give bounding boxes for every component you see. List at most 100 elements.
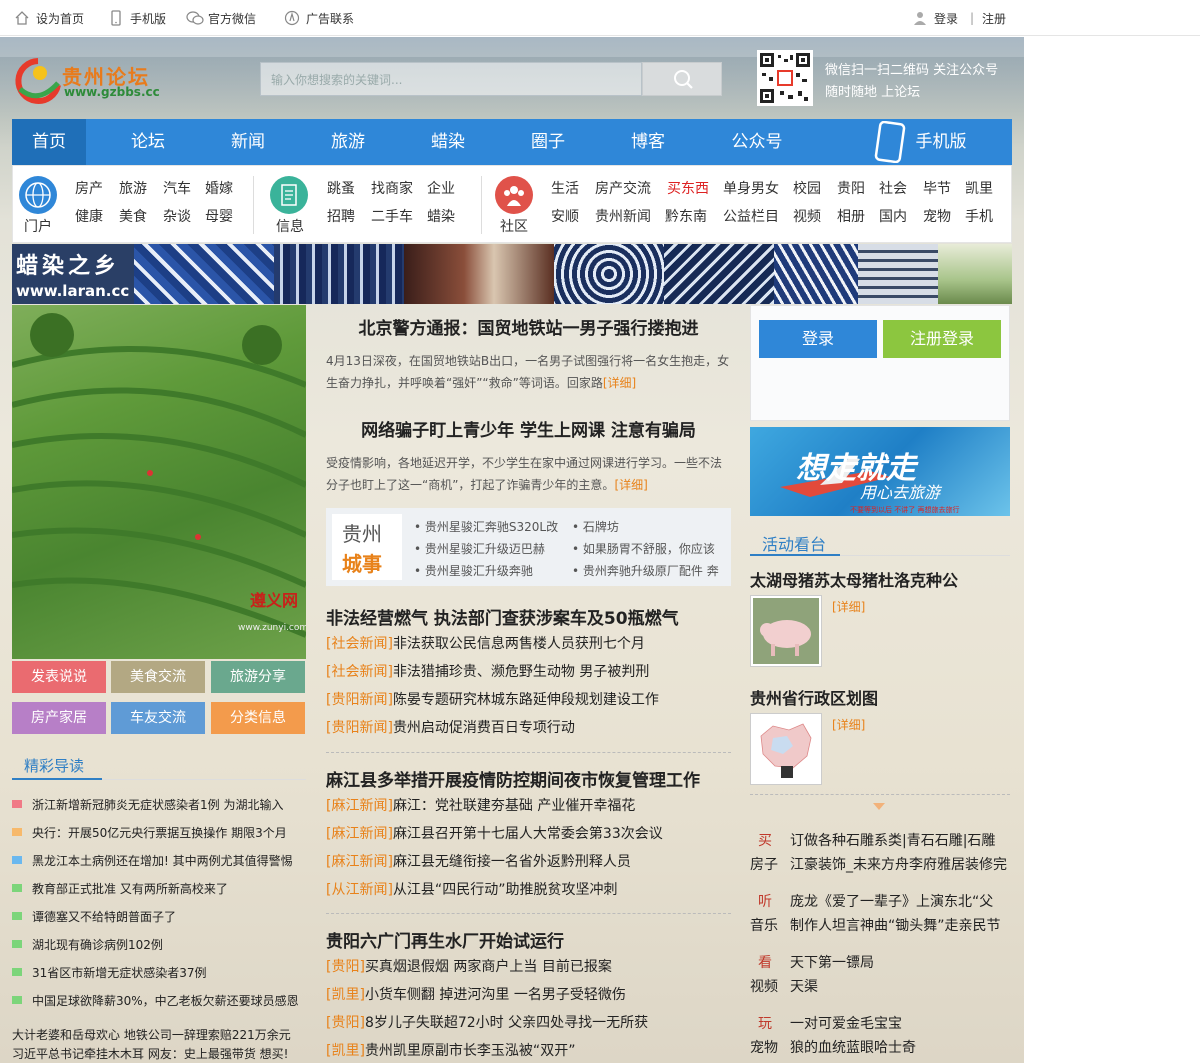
tile-food[interactable]: 美食交流: [111, 661, 205, 693]
subnav-link[interactable]: 单身男女: [723, 178, 779, 198]
right-list-link[interactable]: 订做各种石雕系类|青石石雕|石雕: [790, 830, 1010, 850]
tile-home[interactable]: 房产家居: [12, 702, 106, 734]
subnav-link[interactable]: 旅游: [119, 178, 147, 198]
subnav-link[interactable]: 国内: [879, 206, 907, 226]
subnav-link[interactable]: 安顺: [551, 206, 579, 226]
right-list-link[interactable]: 一对可爱金毛宝宝: [790, 1013, 1010, 1033]
pig-thumbnail[interactable]: [750, 595, 822, 667]
search-input[interactable]: 输入你想搜索的关键词...: [260, 62, 642, 96]
nav-official-account[interactable]: 公众号: [686, 119, 828, 165]
ad-contact-link[interactable]: 广告联系: [284, 10, 354, 26]
travel-ad-banner[interactable]: 想走就走 用心去旅游 不要等到以后 不讲了 再想旅去旅行: [750, 427, 1010, 516]
city-item[interactable]: • 石牌坊: [572, 518, 619, 535]
tile-classifieds[interactable]: 分类信息: [211, 702, 305, 734]
top-login-link[interactable]: 登录: [912, 10, 958, 26]
subnav-link[interactable]: 贵阳: [837, 178, 865, 198]
subnav-link[interactable]: 母婴: [205, 206, 233, 226]
nav-home[interactable]: 首页: [12, 119, 86, 165]
subnav-link[interactable]: 房产: [75, 178, 103, 198]
subnav-link[interactable]: 相册: [837, 206, 865, 226]
list-item[interactable]: 浙江新增新冠肺炎无症状感染者1例 为湖北输入: [12, 790, 306, 818]
news-row[interactable]: [贵阳新闻]陈晏专题研究林城东路延伸段规划建设工作: [326, 689, 731, 709]
top-register-link[interactable]: 注册: [982, 10, 1006, 26]
tile-travel[interactable]: 旅游分享: [211, 661, 305, 693]
list-item[interactable]: 央行：开展50亿元央行票据互换操作 期限3个月: [12, 818, 306, 846]
subnav-link[interactable]: 社会: [879, 178, 907, 198]
detail-link[interactable]: [详细]: [614, 478, 647, 492]
subnav-link[interactable]: 手机: [965, 206, 993, 226]
right-list-link[interactable]: 庞龙《爱了一辈子》上演东北“父: [790, 891, 1010, 911]
news-row[interactable]: [麻江新闻]麻江：党社联建夯基础 产业催开幸福花: [326, 795, 731, 815]
detail-link[interactable]: [详细]: [832, 716, 865, 733]
nav-news[interactable]: 新闻: [210, 119, 286, 165]
subnav-link[interactable]: 杂谈: [163, 206, 191, 226]
subnav-link-highlight[interactable]: 买东西: [667, 178, 709, 198]
list-item[interactable]: 黑龙江本土病例还在增加! 其中两例尤其值得警惕: [12, 846, 306, 874]
city-item[interactable]: • 贵州星骏汇奔驰S320L改: [414, 518, 558, 535]
nav-forum[interactable]: 论坛: [86, 119, 210, 165]
subnav-link[interactable]: 美食: [119, 206, 147, 226]
city-item[interactable]: • 贵州星骏汇升级奔驰: [414, 562, 533, 579]
subnav-link[interactable]: 凯里: [965, 178, 993, 198]
news-row[interactable]: [贵阳]8岁儿子失联超72小时 父亲四处寻找一无所获: [326, 1012, 731, 1032]
set-homepage-link[interactable]: 设为首页: [14, 10, 84, 26]
subnav-link[interactable]: 黔东南: [665, 206, 707, 226]
subnav-link[interactable]: 生活: [551, 178, 579, 198]
subnav-link[interactable]: 跳蚤: [327, 178, 355, 198]
subnav-link[interactable]: 健康: [75, 206, 103, 226]
subnav-link[interactable]: 二手车: [371, 206, 413, 226]
list-item[interactable]: 湖北现有确诊病例102例: [12, 930, 306, 958]
subnav-link[interactable]: 视频: [793, 206, 821, 226]
subnav-link[interactable]: 贵州新闻: [595, 206, 651, 226]
city-item[interactable]: • 如果肠胃不舒服，你应该: [572, 540, 715, 557]
list-item[interactable]: 教育部正式批准 又有两所新高校来了: [12, 874, 306, 902]
list-item[interactable]: 大计老婆和岳母欢心 地铁公司一辞理索赔221万余元: [12, 1024, 306, 1044]
search-button[interactable]: [642, 62, 722, 96]
subnav-link[interactable]: 毕节: [923, 178, 951, 198]
tea-garden-photo[interactable]: 遵义网 www.zunyi.com: [12, 305, 306, 659]
subnav-link[interactable]: 招聘: [327, 206, 355, 226]
register-button[interactable]: 注册登录: [883, 320, 1001, 358]
subnav-link[interactable]: 蜡染: [427, 206, 455, 226]
news-row[interactable]: [麻江新闻]麻江县无缝衔接一名省外返黔刑释人员: [326, 851, 731, 871]
news-row[interactable]: [贵阳]买真烟退假烟 两家商户上当 目前已报案: [326, 956, 731, 976]
headline-title[interactable]: 网络骗子盯上青少年 学生上网课 注意有骗局: [326, 416, 731, 441]
subnav-label-info[interactable]: 信息: [265, 216, 315, 236]
expand-arrow-icon[interactable]: [872, 801, 886, 816]
batik-banner[interactable]: 蜡染之乡 www.laran.cc: [12, 244, 1012, 304]
nav-travel[interactable]: 旅游: [286, 119, 410, 165]
news-row[interactable]: [凯里]小货车侧翻 掉进河沟里 一名男子受轻微伤: [326, 984, 731, 1004]
subnav-link[interactable]: 企业: [427, 178, 455, 198]
subnav-link[interactable]: 宠物: [923, 206, 951, 226]
news-row[interactable]: [贵阳新闻]贵州启动促消费百日专项行动: [326, 717, 731, 737]
nav-blog[interactable]: 博客: [610, 119, 686, 165]
nav-batik[interactable]: 蜡染: [410, 119, 486, 165]
mobile-version-link[interactable]: 手机版: [108, 10, 166, 26]
detail-link[interactable]: [详细]: [832, 598, 865, 615]
right-list-link[interactable]: 制作人坦言神曲“锄头舞”走亲民节: [790, 915, 1010, 935]
right-list-link[interactable]: 江豪装饰_未来方舟李府雅居装修完: [790, 854, 1010, 874]
subnav-link[interactable]: 校园: [793, 178, 821, 198]
news-row[interactable]: [麻江新闻]麻江县召开第十七届人大常委会第33次会议: [326, 823, 731, 843]
section-title[interactable]: 非法经营燃气 执法部门查获涉案车及50瓶燃气: [326, 604, 679, 629]
section-title[interactable]: 贵阳六广门再生水厂开始试运行: [326, 927, 564, 952]
nav-circles[interactable]: 圈子: [486, 119, 610, 165]
map-thumbnail[interactable]: [750, 713, 822, 785]
subnav-link[interactable]: 房产交流: [595, 178, 651, 198]
tile-cars[interactable]: 车友交流: [111, 702, 205, 734]
city-item[interactable]: • 贵州星骏汇升级迈巴赫: [414, 540, 545, 557]
subnav-label-portal[interactable]: 门户: [13, 216, 63, 236]
activity-item-title[interactable]: 太湖母猪苏太母猪杜洛克种公: [750, 567, 958, 591]
right-list-link[interactable]: 天下第一镖局: [790, 952, 1010, 972]
city-item[interactable]: • 贵州奔驰升级原厂配件 奔: [572, 562, 719, 579]
list-item[interactable]: 习近平总书记牵挂木木耳 网友：史上最强带货 想买!: [12, 1044, 306, 1062]
headline-title[interactable]: 北京警方通报：国贸地铁站一男子强行搂抱进: [326, 314, 731, 339]
subnav-label-community[interactable]: 社区: [489, 216, 539, 236]
detail-link[interactable]: [详细]: [603, 376, 636, 390]
right-list-link[interactable]: 狼的血统蓝眼哈士奇: [790, 1037, 1010, 1057]
subnav-link[interactable]: 公益栏目: [723, 206, 779, 226]
right-list-link[interactable]: 天渠: [790, 976, 1010, 996]
news-row[interactable]: [从江新闻]从江县“四民行动”助推脱贫攻坚冲刺: [326, 879, 731, 899]
activity-item-title[interactable]: 贵州省行政区划图: [750, 685, 878, 709]
site-logo[interactable]: 贵州论坛 www.gzbbs.cc: [12, 55, 172, 105]
